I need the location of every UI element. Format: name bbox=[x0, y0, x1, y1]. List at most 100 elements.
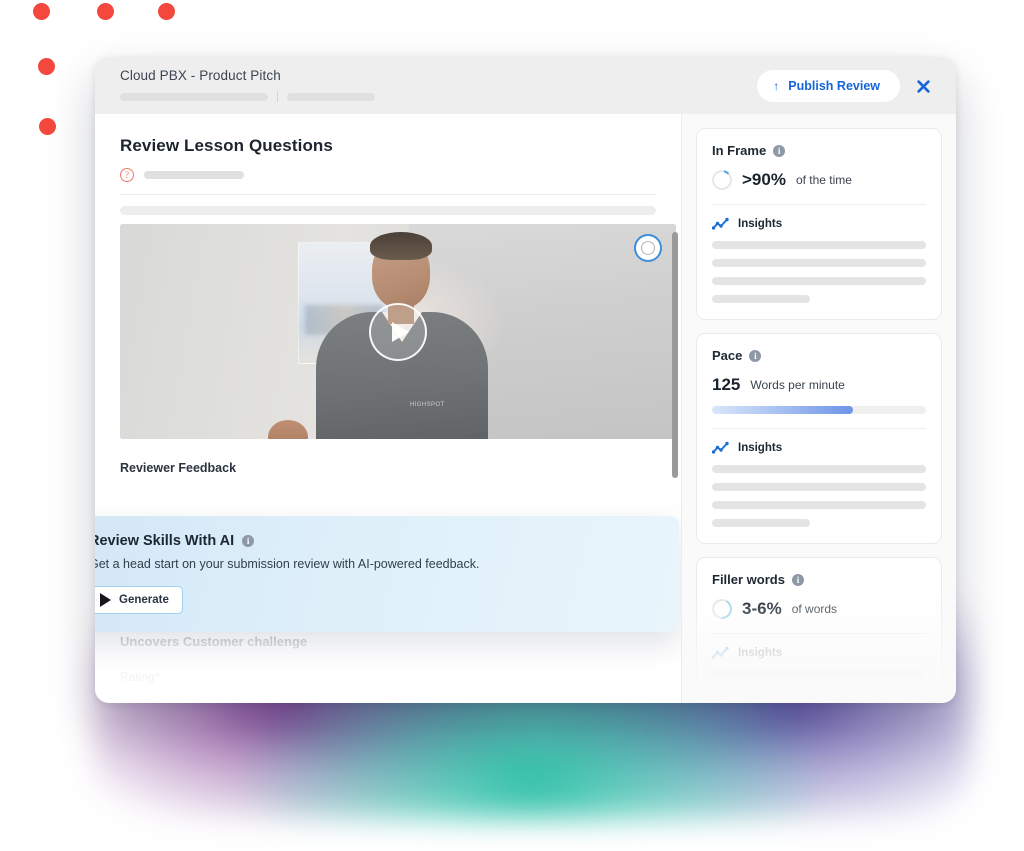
divider bbox=[120, 194, 656, 195]
sparkline-icon bbox=[712, 441, 729, 454]
video-player[interactable]: HIGHSPOT bbox=[120, 224, 676, 439]
rating-question: Uncovers Customer challenge bbox=[120, 634, 308, 649]
insights-row[interactable]: Insights bbox=[712, 646, 926, 660]
content-scrollbar[interactable] bbox=[672, 232, 678, 478]
skeleton-bar bbox=[712, 277, 926, 285]
skeleton-bar bbox=[144, 171, 244, 179]
info-icon[interactable]: i bbox=[242, 535, 255, 547]
donut-icon bbox=[712, 599, 732, 619]
rating-scale bbox=[120, 694, 338, 703]
card-title: Filler words bbox=[712, 572, 785, 587]
card-header: Pace i bbox=[712, 348, 926, 363]
decorative-dot bbox=[158, 3, 175, 20]
metric-row: 125 Words per minute bbox=[712, 375, 926, 395]
main-content: Review Lesson Questions ? HIGHSPOT Revie… bbox=[95, 114, 681, 703]
record-circle-icon[interactable] bbox=[634, 234, 662, 262]
titlebar-skeleton bbox=[120, 91, 375, 102]
rating-option-4[interactable] bbox=[276, 694, 291, 703]
close-icon bbox=[916, 79, 930, 93]
skeleton-bar bbox=[712, 259, 926, 267]
card-header: Filler words i bbox=[712, 572, 926, 587]
skeleton-bar bbox=[712, 465, 926, 473]
metric-unit: Words per minute bbox=[750, 378, 845, 392]
play-icon bbox=[391, 321, 409, 342]
card-title: Pace bbox=[712, 348, 743, 363]
pace-progress-bar bbox=[712, 406, 926, 414]
decorative-dot bbox=[97, 3, 114, 20]
rating-option-2[interactable] bbox=[172, 694, 187, 703]
decorative-dot bbox=[38, 58, 55, 75]
titlebar-left: Cloud PBX - Product Pitch bbox=[120, 68, 375, 102]
filler-words-card: Filler words i 3-6% of words Insights bbox=[696, 557, 942, 703]
metric-value: 3-6% bbox=[742, 599, 782, 618]
metric-value: >90% bbox=[742, 170, 786, 189]
info-icon[interactable]: i bbox=[773, 144, 786, 157]
decorative-dot bbox=[33, 3, 50, 20]
insights-label: Insights bbox=[738, 218, 783, 230]
video-brand-mark: HIGHSPOT bbox=[410, 402, 445, 408]
review-skills-ai-panel: Review Skills With AI i Get a head start… bbox=[95, 516, 679, 632]
skeleton-bar bbox=[712, 295, 811, 303]
info-icon[interactable]: i bbox=[791, 573, 804, 586]
video-person-hair bbox=[370, 232, 432, 260]
insights-label: Insights bbox=[738, 442, 783, 454]
publish-review-button[interactable]: ↑ Publish Review bbox=[757, 70, 900, 102]
window-titlebar: Cloud PBX - Product Pitch ↑ Publish Revi… bbox=[95, 57, 956, 114]
skeleton-bar bbox=[287, 92, 375, 101]
divider bbox=[712, 204, 926, 205]
decorative-dot bbox=[39, 118, 56, 135]
required-asterisk: * bbox=[154, 669, 160, 684]
rating-option-3[interactable] bbox=[224, 694, 239, 703]
app-window: Cloud PBX - Product Pitch ↑ Publish Revi… bbox=[95, 57, 956, 703]
rating-section: Uncovers Customer challenge Rating* 1 2 … bbox=[120, 634, 676, 703]
generate-button[interactable]: Generate bbox=[95, 586, 183, 614]
metric-unit: of words bbox=[791, 602, 838, 616]
card-title: In Frame bbox=[712, 143, 767, 158]
skeleton-bar bbox=[712, 519, 811, 527]
sparkline-icon bbox=[712, 217, 729, 230]
skeleton-bar bbox=[712, 688, 926, 696]
record-ring bbox=[641, 241, 655, 255]
metric-unit: of the time bbox=[795, 173, 852, 187]
rating-label: Rating* bbox=[120, 669, 160, 684]
insights-sidebar: In Frame i >90% of the time Insights Pac… bbox=[681, 114, 956, 703]
ai-panel-title: Review Skills With AI bbox=[95, 533, 235, 549]
info-icon[interactable]: i bbox=[749, 349, 762, 362]
window-body: Review Lesson Questions ? HIGHSPOT Revie… bbox=[95, 114, 956, 703]
skeleton-bar bbox=[712, 501, 926, 509]
play-button[interactable] bbox=[369, 302, 427, 361]
ai-panel-header: Review Skills With AI i bbox=[95, 533, 657, 549]
rating-option-1[interactable] bbox=[120, 694, 135, 703]
in-frame-card: In Frame i >90% of the time Insights bbox=[696, 128, 942, 320]
ai-panel-description: Get a head start on your submission revi… bbox=[95, 557, 480, 571]
divider bbox=[277, 91, 278, 102]
close-button[interactable] bbox=[908, 71, 938, 101]
skeleton-bar bbox=[120, 92, 268, 101]
metric-row: 3-6% of words bbox=[712, 599, 926, 619]
window-title: Cloud PBX - Product Pitch bbox=[120, 68, 281, 83]
card-header: In Frame i bbox=[712, 143, 926, 158]
generate-label: Generate bbox=[119, 594, 169, 606]
titlebar-actions: ↑ Publish Review bbox=[757, 68, 938, 102]
metric-row: >90% of the time bbox=[712, 170, 926, 190]
divider bbox=[712, 633, 926, 634]
insights-label: Insights bbox=[738, 647, 783, 659]
question-circle-icon: ? bbox=[120, 168, 134, 182]
skeleton-bar bbox=[712, 241, 926, 249]
play-icon bbox=[100, 593, 111, 607]
skeleton-bar bbox=[712, 670, 926, 678]
metric-value: 125 bbox=[712, 375, 741, 394]
sparkline-icon bbox=[712, 646, 729, 659]
reviewer-feedback-label: Reviewer Feedback bbox=[120, 461, 237, 475]
insights-row[interactable]: Insights bbox=[712, 217, 926, 231]
insights-row[interactable]: Insights bbox=[712, 441, 926, 455]
skeleton-bar bbox=[120, 206, 656, 215]
publish-review-label: Publish Review bbox=[788, 79, 880, 93]
donut-icon bbox=[712, 170, 732, 190]
skeleton-bar bbox=[712, 483, 926, 491]
page-title: Review Lesson Questions bbox=[120, 136, 333, 155]
question-row: ? bbox=[120, 168, 656, 182]
pace-progress-fill bbox=[712, 406, 854, 414]
rating-option-5[interactable] bbox=[323, 694, 338, 703]
upload-arrow-icon: ↑ bbox=[773, 79, 780, 93]
